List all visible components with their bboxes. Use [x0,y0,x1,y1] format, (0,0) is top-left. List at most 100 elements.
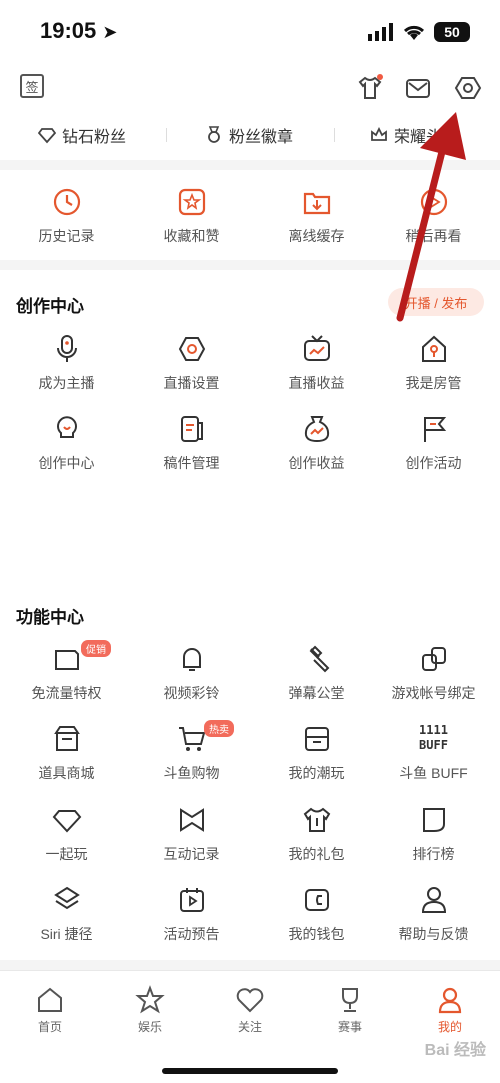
location-arrow-icon: ➤ [102,22,118,42]
feature-item[interactable]: 视频彩铃 [129,643,254,703]
quick-history[interactable]: 历史记录 [4,186,129,246]
glory-head[interactable]: 荣耀头 [370,123,442,147]
flag-icon [423,417,446,442]
quick-favorites[interactable]: 收藏和赞 [129,186,254,246]
quick-access-card: 历史记录 收藏和赞 离线缓存 稍后再看 [0,170,500,260]
star-tab-icon [135,985,165,1014]
feature-item[interactable]: 道具商城 [4,723,129,783]
box-icon [304,727,329,751]
status-time: 19:05 ➤ [40,18,118,43]
shirt-gift-icon [303,807,330,832]
shop-icon [53,726,80,751]
diamond-icon [38,128,56,144]
trophy-icon [342,988,358,1012]
divider [166,128,167,142]
settings-hex-icon [178,337,205,361]
feature-item[interactable]: Siri 捷径 [4,884,129,944]
feature-label: 斗鱼 BUFF [399,765,468,781]
fans-badge[interactable]: 粉丝徽章 [205,123,293,147]
fans-badge-label: 粉丝徽章 [229,129,294,146]
feature-item[interactable]: 一起玩 [4,804,129,864]
feature-label: 互动记录 [163,846,220,862]
quick-history-label: 历史记录 [38,228,95,244]
tab-follow[interactable]: 关注 [200,985,300,1035]
clock-icon [53,188,80,216]
feature-label: 活动预告 [163,926,220,942]
tab-events[interactable]: 赛事 [300,985,400,1035]
glory-head-label: 荣耀头 [394,129,443,146]
feature-item[interactable]: 斗鱼购物 [129,723,254,783]
feature-item[interactable]: 排行榜 [371,804,496,864]
money-bag-icon [304,416,329,443]
profile-icon [438,987,462,1014]
creation-label: 直播收益 [288,375,345,391]
cart-icon [178,727,205,751]
feature-item[interactable]: 我的礼包 [254,804,379,864]
feature-item[interactable]: 游戏帐号绑定 [371,643,496,703]
feature-label: Siri 捷径 [40,926,93,942]
creation-item[interactable]: 创作活动 [371,413,496,473]
manuscript-icon [180,416,203,442]
tab-mine[interactable]: 我的 [400,985,500,1035]
feature-label: 视频彩铃 [163,685,220,701]
gavel-icon [309,645,329,673]
feature-item[interactable]: 1111 BUFF 斗鱼 BUFF [371,723,496,783]
status-bar: 19:05 ➤ 50 [0,0,500,62]
creation-label: 创作收益 [288,455,345,471]
creation-item[interactable]: 直播收益 [254,333,379,393]
feature-item[interactable]: 帮助与反馈 [371,884,496,944]
medal-icon [208,126,220,143]
creation-item[interactable]: 成为主播 [4,333,129,393]
feature-label: 我的钱包 [288,926,345,942]
home-icon [38,987,62,1012]
creation-item[interactable]: 稿件管理 [129,413,254,473]
home-indicator[interactable] [162,1068,338,1074]
feature-item[interactable]: 活动预告 [129,884,254,944]
crown-icon [371,126,387,141]
hot-badge: 热卖 [204,720,234,737]
creation-item[interactable]: 创作收益 [254,413,379,473]
mail-icon[interactable] [404,74,432,102]
feature-item[interactable]: 弹幕公堂 [254,643,379,703]
feature-label: 帮助与反馈 [398,926,469,942]
tv-icon [303,335,330,361]
fans-row: 钻石粉丝 粉丝徽章 荣耀头 [0,120,500,150]
tab-home[interactable]: 首页 [0,985,100,1035]
quick-favorites-label: 收藏和赞 [163,228,220,244]
profile-header: 签 钻石粉丝 粉丝徽章 荣耀头 [0,62,500,160]
tab-label: 赛事 [337,1020,362,1034]
feature-label: 我的潮玩 [288,765,345,781]
bowtie-icon [179,808,204,832]
tab-label: 娱乐 [137,1020,162,1034]
creation-item[interactable]: 我是房管 [371,333,496,393]
feature-label: 道具商城 [38,765,95,781]
battery-indicator: 50 [434,22,470,42]
diamond-fans-label: 钻石粉丝 [62,129,127,146]
signal-icon [368,23,393,41]
sim-card-icon [54,650,79,670]
creation-item[interactable]: 创作中心 [4,413,129,473]
tshirt-icon[interactable] [356,74,384,102]
feature-item[interactable]: 互动记录 [129,804,254,864]
diamond-fans[interactable]: 钻石粉丝 [38,123,126,147]
creation-label: 我是房管 [405,375,462,391]
quick-watch-later[interactable]: 稍后再看 [371,186,496,246]
creation-label: 成为主播 [38,375,95,391]
wallet-icon [304,889,329,911]
quick-offline-label: 离线缓存 [288,228,345,244]
diamond-outline-icon [52,810,81,833]
signin-icon[interactable]: 签 [20,74,48,102]
feature-label: 斗鱼购物 [163,765,220,781]
tab-entertainment[interactable]: 娱乐 [100,985,200,1035]
tab-bar: 首页 娱乐 关注 赛事 我的 [0,970,500,1083]
creation-item[interactable]: 直播设置 [129,333,254,393]
feature-item[interactable]: 我的钱包 [254,884,379,944]
creation-label: 创作中心 [38,455,95,471]
star-icon [178,188,205,216]
quick-watch-later-label: 稍后再看 [405,228,462,244]
quick-offline[interactable]: 离线缓存 [254,186,379,246]
bell-icon [182,648,201,671]
settings-icon[interactable] [454,74,482,102]
feature-item[interactable]: 我的潮玩 [254,723,379,783]
live-publish-button[interactable]: 开播 / 发布 [388,288,484,316]
